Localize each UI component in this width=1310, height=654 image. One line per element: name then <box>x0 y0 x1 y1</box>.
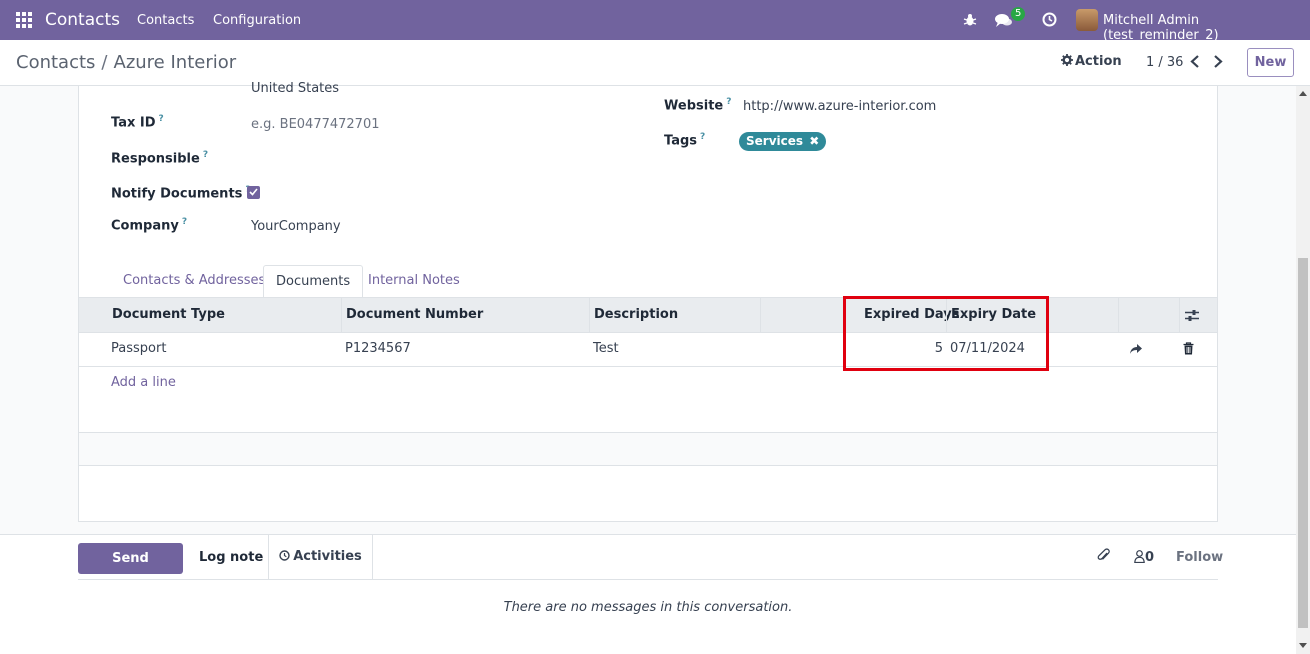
debug-bug-icon[interactable] <box>963 13 977 27</box>
column-header-description[interactable]: Description <box>594 298 678 334</box>
control-panel: Contacts / Azure Interior Action 1 / 36 Ne… <box>0 40 1310 86</box>
pager-value[interactable]: 1 / 36 <box>1146 55 1183 70</box>
action-label: Action <box>1075 54 1122 69</box>
action-menu-button[interactable]: Action <box>1061 54 1122 69</box>
menu-contacts[interactable]: Contacts <box>137 13 194 28</box>
tax-id-input[interactable]: e.g. BE0477472701 <box>251 117 380 132</box>
tag-remove-icon[interactable]: ✖ <box>809 134 819 148</box>
share-forward-icon[interactable] <box>1129 343 1143 355</box>
company-value[interactable]: YourCompany <box>251 219 341 234</box>
empty-table-row <box>79 400 1217 433</box>
tab-documents[interactable]: Documents <box>263 265 364 298</box>
breadcrumb: Contacts / Azure Interior <box>16 52 236 73</box>
breadcrumb-separator: / <box>101 52 108 73</box>
cell-document-number[interactable]: P1234567 <box>345 333 411 367</box>
empty-conversation-text: There are no messages in this conversati… <box>503 600 793 615</box>
checkmark-icon <box>249 188 258 196</box>
company-label: Company? <box>111 217 188 234</box>
help-tooltip-icon[interactable]: ? <box>159 114 164 124</box>
notify-documents-label: Notify Documents? <box>111 185 251 201</box>
follow-button[interactable]: Follow <box>1176 550 1223 565</box>
website-input[interactable]: http://www.azure-interior.com <box>743 99 936 114</box>
country-value[interactable]: United States <box>251 81 339 96</box>
gear-icon <box>1061 54 1073 66</box>
chat-count-badge: 5 <box>1011 7 1026 21</box>
pager-previous-icon[interactable] <box>1190 55 1200 68</box>
scrollbar-thumb[interactable] <box>1298 258 1308 628</box>
chatter-panel: Send message Log note Activities 0 Follo… <box>0 534 1296 654</box>
tax-id-label: Tax ID? <box>111 114 164 131</box>
help-tooltip-icon[interactable]: ? <box>700 132 705 142</box>
add-line-row: Add a line <box>79 367 1217 401</box>
help-tooltip-icon[interactable]: ? <box>203 150 208 160</box>
pager-next-icon[interactable] <box>1213 55 1223 68</box>
activity-clock-icon[interactable] <box>1042 12 1057 27</box>
column-header-document-number[interactable]: Document Number <box>346 298 483 334</box>
cell-description[interactable]: Test <box>593 333 619 367</box>
clock-icon <box>279 550 290 561</box>
attachment-paperclip-icon[interactable] <box>1097 548 1111 564</box>
breadcrumb-root-link[interactable]: Contacts <box>16 52 95 73</box>
empty-table-row <box>79 433 1217 466</box>
activities-label: Activities <box>293 549 362 564</box>
help-tooltip-icon[interactable]: ? <box>182 217 187 227</box>
help-tooltip-icon[interactable]: ? <box>726 97 731 107</box>
tag-badge: Services ✖ <box>739 132 827 151</box>
user-menu-name[interactable]: Mitchell Admin (test_reminder_2) <box>1103 13 1310 43</box>
tag-label: Services <box>746 134 804 148</box>
log-note-button[interactable]: Log note <box>199 550 263 565</box>
scroll-down-arrow-icon[interactable] <box>1299 643 1307 649</box>
user-avatar[interactable] <box>1076 9 1098 31</box>
followers-button[interactable]: 0 <box>1134 550 1154 565</box>
cell-document-type[interactable]: Passport <box>111 333 166 367</box>
breadcrumb-current: Azure Interior <box>113 52 237 73</box>
user-icon <box>1134 550 1145 564</box>
send-message-button[interactable]: Send message <box>78 543 183 597</box>
website-label: Website? <box>664 97 732 114</box>
tags-label: Tags? <box>664 132 706 149</box>
activities-button[interactable]: Activities <box>268 535 373 580</box>
menu-configuration[interactable]: Configuration <box>213 13 301 28</box>
delete-trash-icon[interactable] <box>1183 342 1194 355</box>
tab-internal-notes[interactable]: Internal Notes <box>356 265 472 298</box>
optional-columns-toggle-icon[interactable] <box>1185 309 1199 322</box>
add-line-link[interactable]: Add a line <box>111 367 176 401</box>
column-header-document-type[interactable]: Document Type <box>112 298 225 334</box>
highlight-annotation-box <box>843 296 1049 371</box>
new-record-button[interactable]: New <box>1247 48 1294 77</box>
chatter-divider <box>78 579 1218 580</box>
apps-grid-icon[interactable] <box>16 12 32 28</box>
tab-contacts-addresses[interactable]: Contacts & Addresses <box>111 265 277 298</box>
app-brand[interactable]: Contacts <box>45 10 120 30</box>
top-navbar: Contacts Contacts Configuration 5 Mitche… <box>0 0 1310 43</box>
followers-count: 0 <box>1145 550 1155 565</box>
responsible-label: Responsible? <box>111 150 209 167</box>
notify-documents-checkbox[interactable] <box>247 186 260 199</box>
scroll-up-arrow-icon[interactable] <box>1299 90 1307 96</box>
